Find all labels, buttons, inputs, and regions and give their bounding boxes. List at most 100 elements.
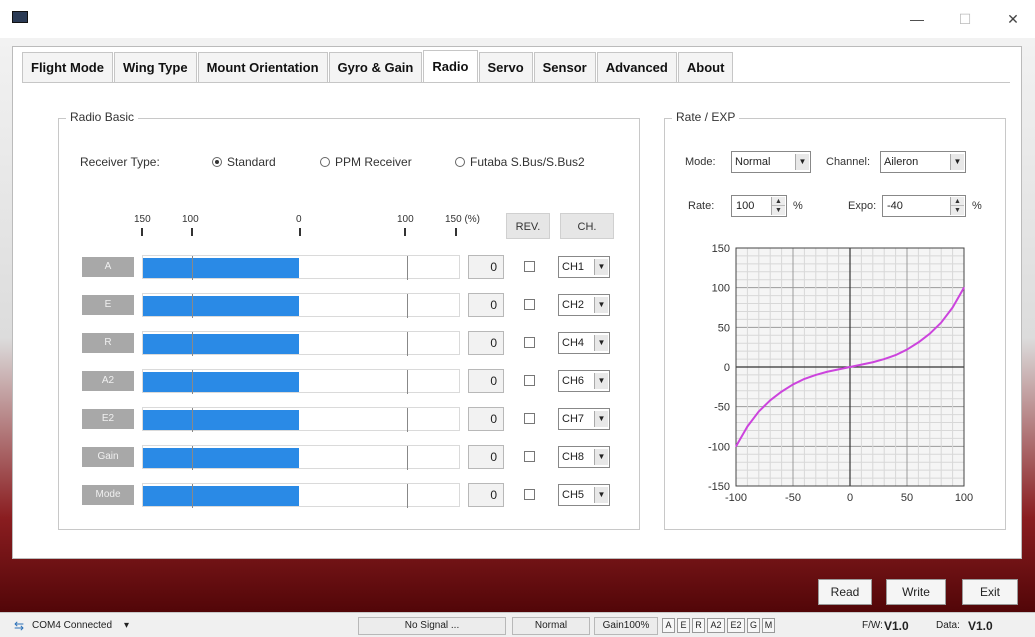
chevron-down-icon[interactable]: ▼ [594, 373, 608, 389]
channel-label: E2 [82, 409, 134, 429]
channel-label: Gain [82, 447, 134, 467]
rev-checkbox[interactable] [524, 261, 535, 272]
curve-point [906, 348, 908, 351]
channel-label: Mode [82, 485, 134, 505]
curve-point [917, 341, 919, 344]
tab-radio[interactable]: Radio [423, 50, 478, 82]
channel-select[interactable]: CH2 ▼ [558, 294, 610, 316]
channel-bar [142, 331, 460, 356]
curve-point [872, 361, 874, 363]
channel-select-value: CH2 [562, 299, 585, 311]
channel-label: Channel: [826, 156, 871, 168]
rate-spinner[interactable]: ▲ ▼ [771, 197, 785, 215]
expo-input[interactable]: -40 ▲ ▼ [882, 195, 966, 217]
tab-sensor[interactable]: Sensor [533, 52, 596, 82]
radio-button-icon[interactable] [212, 157, 222, 167]
fw-version: V1.0 [884, 619, 909, 633]
expo-percent: % [972, 200, 982, 212]
bar-gridline [407, 294, 408, 318]
y-tick-label: 50 [718, 322, 730, 334]
expo-spinner[interactable]: ▲ ▼ [950, 197, 964, 215]
indicator-a: A [662, 618, 675, 633]
tab-about[interactable]: About [677, 52, 734, 82]
spin-up-icon[interactable]: ▲ [951, 197, 964, 206]
x-tick-label: 0 [847, 492, 853, 504]
connection-dropdown-icon[interactable]: ▾ [124, 618, 129, 634]
channel-select[interactable]: CH4 ▼ [558, 332, 610, 354]
read-button[interactable]: Read [818, 579, 872, 605]
spin-down-icon[interactable]: ▼ [772, 206, 785, 215]
chevron-down-icon[interactable]: ▼ [594, 259, 608, 275]
rate-input[interactable]: 100 ▲ ▼ [731, 195, 787, 217]
bar-gridline [407, 484, 408, 508]
curve-point [940, 321, 942, 324]
curve-point [781, 390, 783, 393]
bar-gridline [192, 484, 193, 508]
rev-checkbox[interactable] [524, 489, 535, 500]
rev-checkbox[interactable] [524, 413, 535, 424]
tab-flight-mode[interactable]: Flight Mode [22, 52, 113, 82]
channel-bar-fill [143, 410, 299, 430]
channel-label: A [82, 257, 134, 277]
bar-gridline [407, 408, 408, 432]
curve-point [883, 358, 885, 360]
maximize-button[interactable]: ☐ [950, 8, 980, 30]
channel-select[interactable]: CH5 ▼ [558, 484, 610, 506]
chevron-down-icon[interactable]: ▼ [594, 487, 608, 503]
channel-value: 0 [468, 483, 504, 507]
spin-up-icon[interactable]: ▲ [772, 197, 785, 206]
close-button[interactable]: ✕ [998, 8, 1028, 30]
tab-mount-orientation[interactable]: Mount Orientation [197, 52, 328, 82]
rev-checkbox[interactable] [524, 375, 535, 386]
channel-select[interactable]: CH8 ▼ [558, 446, 610, 468]
chevron-down-icon[interactable]: ▼ [594, 335, 608, 351]
channel-select[interactable]: CH1 ▼ [558, 256, 610, 278]
data-label: Data: [936, 620, 960, 631]
minimize-button[interactable]: — [902, 8, 932, 30]
scale-tick [404, 228, 406, 236]
channel-select[interactable]: Aileron ▼ [880, 151, 966, 173]
rev-checkbox[interactable] [524, 299, 535, 310]
curve-point [792, 383, 794, 386]
radio-button-icon[interactable] [320, 157, 330, 167]
rate-value: 100 [736, 200, 755, 212]
mode-status: Normal [512, 617, 590, 635]
receiver-ppm-option[interactable]: PPM Receiver [320, 155, 412, 169]
radio-button-icon[interactable] [455, 157, 465, 167]
chevron-down-icon[interactable]: ▼ [594, 449, 608, 465]
channel-label: R [82, 333, 134, 353]
channel-bar [142, 255, 460, 280]
channel-bar-fill [143, 258, 299, 278]
y-tick-label: 100 [712, 283, 730, 295]
tab-wing-type[interactable]: Wing Type [113, 52, 197, 82]
channel-select[interactable]: CH7 ▼ [558, 408, 610, 430]
mode-select[interactable]: Normal ▼ [731, 151, 811, 173]
expo-label: Expo: [848, 200, 877, 212]
fw-label: F/W: [862, 620, 883, 631]
bar-gridline [192, 370, 193, 394]
channel-select[interactable]: CH6 ▼ [558, 370, 610, 392]
write-button[interactable]: Write [886, 579, 946, 605]
rev-checkbox[interactable] [524, 451, 535, 462]
receiver-standard-option[interactable]: Standard [212, 155, 276, 169]
channel-value: 0 [468, 255, 504, 279]
connection-status[interactable]: COM4 Connected [32, 618, 112, 634]
rate-percent: % [793, 200, 803, 212]
channel-bar [142, 369, 460, 394]
receiver-sbus-option[interactable]: Futaba S.Bus/S.Bus2 [455, 155, 585, 169]
chevron-down-icon[interactable]: ▼ [795, 154, 809, 170]
exit-button[interactable]: Exit [962, 579, 1018, 605]
chevron-down-icon[interactable]: ▼ [594, 411, 608, 427]
tab-servo[interactable]: Servo [478, 52, 533, 82]
tab-advanced[interactable]: Advanced [596, 52, 677, 82]
chevron-down-icon[interactable]: ▼ [950, 154, 964, 170]
signal-status: No Signal ... [358, 617, 506, 635]
spin-down-icon[interactable]: ▼ [951, 206, 964, 215]
tab-gyro-gain[interactable]: Gyro & Gain [328, 52, 423, 82]
curve-point [895, 354, 897, 356]
rev-checkbox[interactable] [524, 337, 535, 348]
scale-tick [141, 228, 143, 236]
curve-point [746, 425, 748, 428]
chevron-down-icon[interactable]: ▼ [594, 297, 608, 313]
curve-point [758, 410, 760, 413]
